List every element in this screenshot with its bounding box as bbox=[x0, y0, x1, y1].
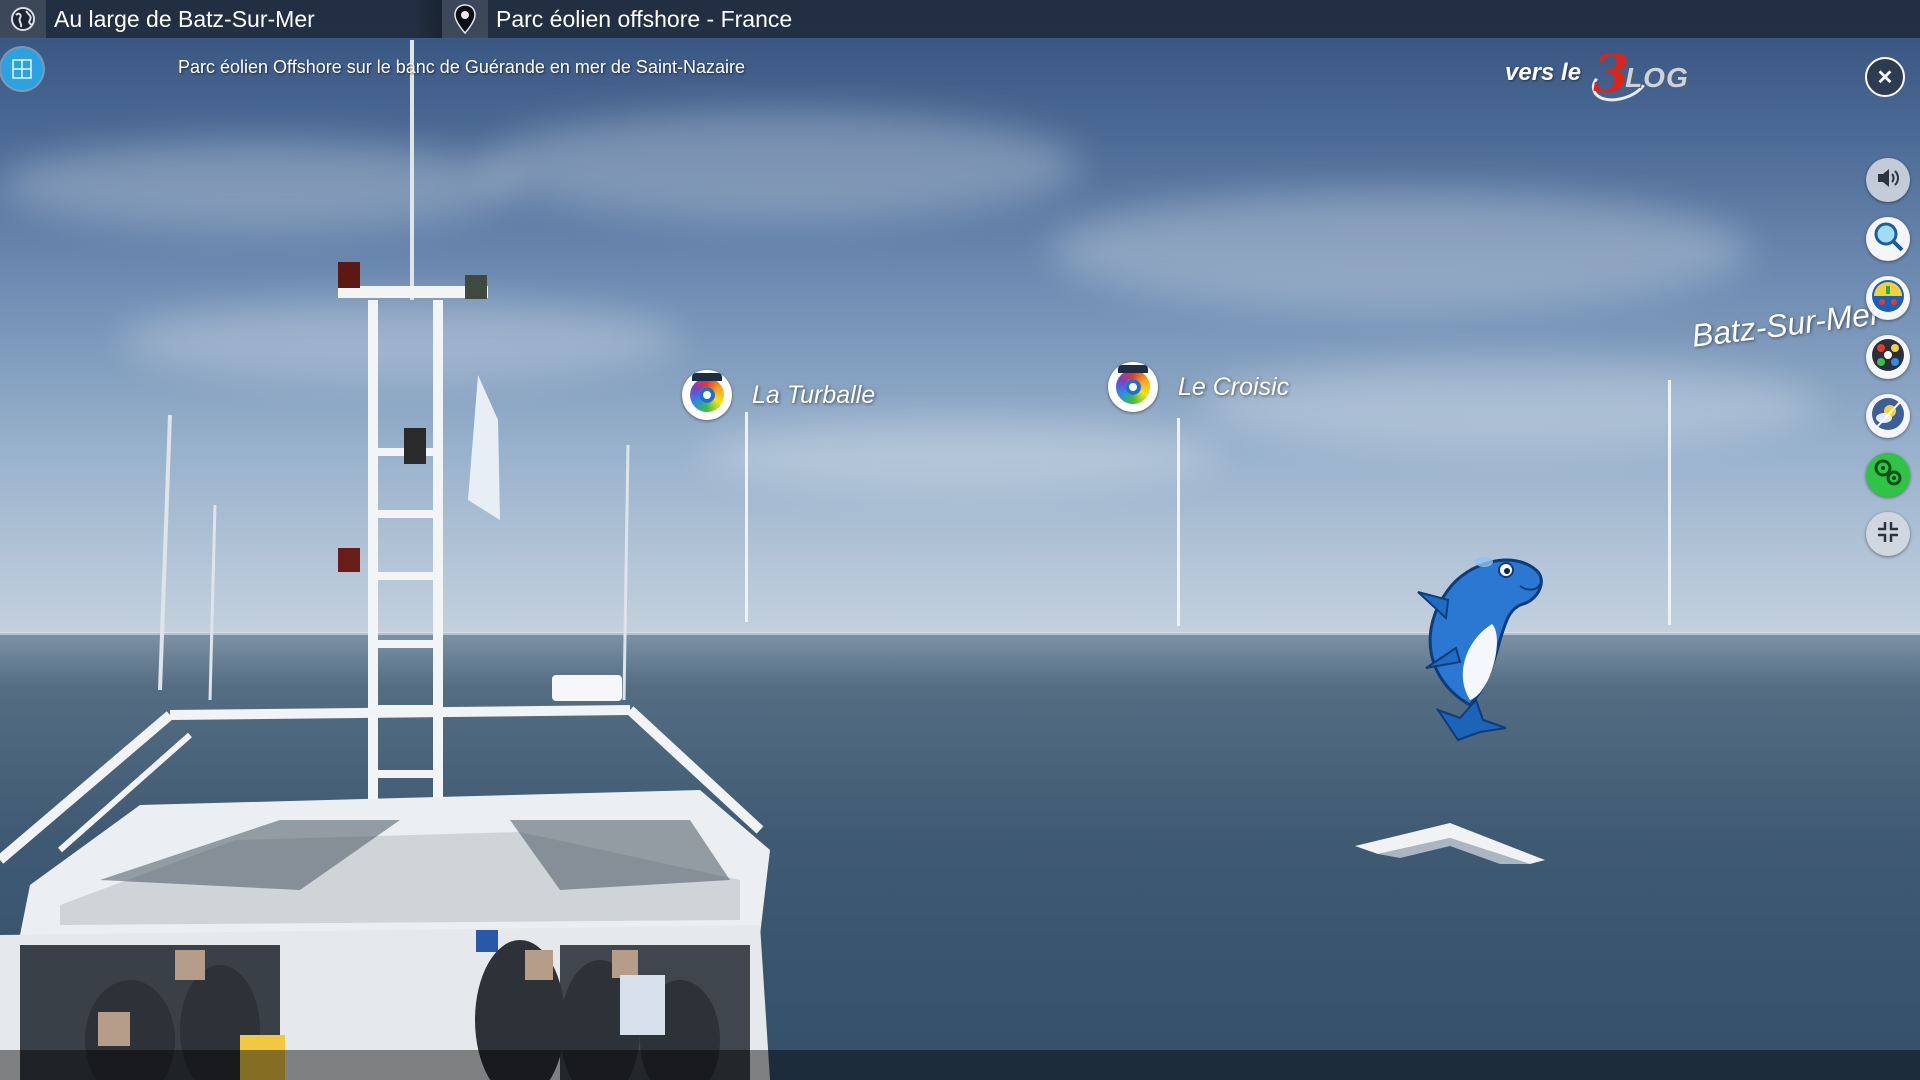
hotspot-label[interactable]: La Turballe bbox=[752, 381, 875, 410]
exit-fullscreen-icon bbox=[1875, 519, 1901, 550]
map-pin-icon bbox=[442, 0, 488, 38]
close-button[interactable]: ✕ bbox=[1865, 57, 1905, 97]
speaker-icon bbox=[1875, 166, 1901, 195]
search-button[interactable] bbox=[1866, 217, 1910, 261]
right-toolbar bbox=[1866, 158, 1910, 571]
title-bar: Au large de Batz-Sur-Mer Parc éolien off… bbox=[0, 0, 1920, 38]
dolphin-icon[interactable] bbox=[1388, 540, 1548, 750]
boat bbox=[0, 40, 770, 1080]
hotspot-le-croisic[interactable]: Le Croisic bbox=[1108, 362, 1289, 412]
weather-button[interactable] bbox=[1866, 394, 1910, 438]
bottom-shade bbox=[0, 1050, 1920, 1080]
map-button[interactable] bbox=[1866, 276, 1910, 320]
gears-icon bbox=[1871, 456, 1905, 495]
hotspot-label[interactable]: Le Croisic bbox=[1178, 373, 1289, 402]
gallery-icon bbox=[1870, 337, 1906, 378]
blog-logo[interactable]: 3 LOG bbox=[1586, 44, 1699, 109]
logo-text: LOG bbox=[1625, 62, 1689, 93]
wind-turbine bbox=[1668, 380, 1671, 625]
location-crumb[interactable]: Au large de Batz-Sur-Mer bbox=[0, 0, 315, 38]
crumb-separator bbox=[412, 0, 442, 38]
exit-fullscreen-button[interactable] bbox=[1866, 512, 1910, 556]
blog-link-prefix[interactable]: vers le bbox=[1505, 59, 1581, 87]
forward-arrow-icon[interactable] bbox=[1350, 818, 1550, 873]
panoramas-button[interactable] bbox=[1866, 335, 1910, 379]
place-crumb[interactable]: Parc éolien offshore - France bbox=[442, 0, 792, 38]
blog-link[interactable]: vers le 3 LOG bbox=[1505, 44, 1699, 109]
sound-button[interactable] bbox=[1866, 158, 1910, 202]
map-icon bbox=[1870, 278, 1906, 319]
panorama-description: Parc éolien Offshore sur le banc de Guér… bbox=[178, 57, 745, 77]
target-icon[interactable] bbox=[1108, 362, 1158, 412]
wind-turbine bbox=[1177, 418, 1180, 626]
globe-icon bbox=[0, 0, 46, 38]
target-icon[interactable] bbox=[682, 370, 732, 420]
logo-number: 3 bbox=[1593, 44, 1630, 105]
cloud bbox=[1200, 360, 1820, 450]
magnifier-icon bbox=[1871, 220, 1905, 259]
options-button[interactable] bbox=[1866, 453, 1910, 497]
weather-icon bbox=[1870, 396, 1906, 437]
place-title: Parc éolien offshore - France bbox=[496, 5, 793, 32]
location-title: Au large de Batz-Sur-Mer bbox=[54, 5, 315, 32]
hotspot-la-turballe[interactable]: La Turballe bbox=[682, 370, 875, 420]
info-icon[interactable] bbox=[1, 48, 43, 90]
close-icon: ✕ bbox=[1876, 66, 1894, 89]
panorama-view[interactable]: La Turballe Le Croisic Batz-Sur-Mer bbox=[0, 0, 1920, 1080]
cloud bbox=[1050, 190, 1750, 310]
